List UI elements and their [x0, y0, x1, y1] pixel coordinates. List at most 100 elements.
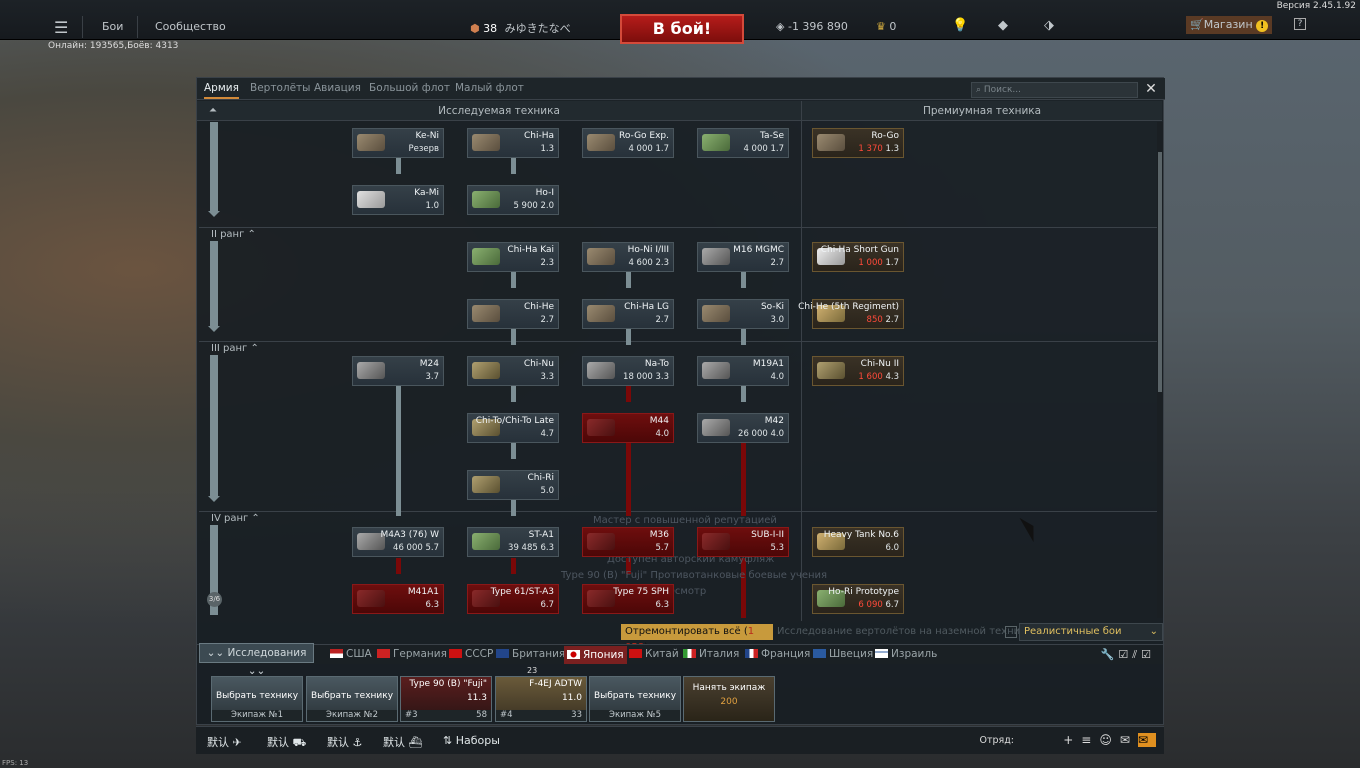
nation-usa[interactable]: США — [330, 648, 372, 660]
nation-sweden[interactable]: Швеция — [813, 648, 873, 660]
usa-flag-icon — [330, 649, 343, 658]
premium-vehicle-card[interactable]: Chi-Ha Short Gun 1 000 1.7 — [812, 242, 904, 272]
preset-tab[interactable]: 默认 ✈ — [207, 734, 242, 750]
france-flag-icon — [745, 649, 758, 658]
decals-icon[interactable]: ⬗ — [1044, 18, 1054, 33]
vehicle-card[interactable]: Ke-Ni Резерв — [352, 128, 444, 158]
nation-china[interactable]: Китай — [629, 648, 679, 660]
research-column-title: Исследуемая техника — [438, 105, 560, 117]
tank-icon — [587, 248, 615, 265]
locked-vehicle-card[interactable]: M41A1 6.3 — [352, 584, 444, 614]
chat-icon: ✉ — [1119, 733, 1138, 747]
rank-3-progress — [210, 355, 218, 497]
presets-button[interactable]: ⇅ Наборы — [443, 734, 500, 747]
vehicle-card[interactable]: M4A3 (76) W 46 000 5.7 — [352, 527, 444, 557]
social-icons[interactable]: +≡☺✉✉ — [1063, 733, 1156, 747]
overlay-text: Мастер с повышенной репутацией — [593, 515, 777, 526]
vehicle-card[interactable]: Chi-He 2.7 — [467, 299, 559, 329]
crew-slot[interactable]: Выбрать технику Экипаж №1 — [211, 676, 303, 722]
menu-icon[interactable]: ☰ — [54, 18, 68, 37]
preset-bar: 默认 ✈ 默认 ⛟ 默认 ⚓ 默认 ⛴ ⇅ Наборы Отряд: +≡☺✉… — [196, 726, 1164, 754]
hire-crew-slot[interactable]: Нанять экипаж 200 — [683, 676, 775, 722]
vehicle-card[interactable]: Chi-Ha LG 2.7 — [582, 299, 674, 329]
search-input[interactable]: ⌕ Поиск... — [971, 82, 1138, 98]
tree-scrollbar[interactable] — [1157, 122, 1163, 618]
preset-tab[interactable]: 默认 ⛟ — [267, 734, 306, 751]
vehicle-card[interactable]: Chi-Ha 1.3 — [467, 128, 559, 158]
silver-icon: ◈ — [776, 20, 785, 33]
tab-bluewater-fleet[interactable]: Большой флот — [369, 82, 450, 94]
locked-vehicle-card[interactable]: SUB-I-II 5.3 — [697, 527, 789, 557]
tank-icon — [702, 248, 730, 265]
vehicle-card[interactable]: M42 26 000 4.0 — [697, 413, 789, 443]
vehicle-card[interactable]: Ho-Ni I/III 4 600 2.3 — [582, 242, 674, 272]
rank-divider — [199, 511, 1157, 512]
nation-britain[interactable]: Британия — [496, 648, 565, 660]
nation-france[interactable]: Франция — [745, 648, 810, 660]
rank-4-label[interactable]: IV ранг ⌃ — [211, 513, 260, 524]
crew-slot-vehicle[interactable]: Type 90 (B) "Fuji" 11.3 #3 58 — [400, 676, 492, 722]
community-menu[interactable]: Сообщество — [155, 20, 226, 33]
vehicle-card[interactable]: Chi-To/Chi-To Late 4.7 — [467, 413, 559, 443]
nation-ussr[interactable]: СССР — [449, 648, 493, 660]
vehicle-card[interactable]: M24 3.7 — [352, 356, 444, 386]
premium-column-header: Премиумная техника — [802, 101, 1162, 121]
preset-tab[interactable]: 默认 ⚓ — [327, 734, 362, 750]
locked-vehicle-card[interactable]: Type 61/ST-A3 6.7 — [467, 584, 559, 614]
vehicle-card[interactable]: So-Ki 3.0 — [697, 299, 789, 329]
help-icon[interactable]: ? — [1294, 18, 1306, 30]
chevron-down-icon: ⌄ — [1149, 626, 1158, 637]
vehicle-card[interactable]: ST-A1 39 485 6.3 — [467, 527, 559, 557]
nation-japan[interactable]: Япония — [564, 646, 627, 664]
premium-vehicle-card[interactable]: Chi-Nu II 1 600 4.3 — [812, 356, 904, 386]
tank-icon — [587, 362, 615, 379]
battles-menu[interactable]: Бои — [102, 20, 123, 33]
premium-vehicle-card[interactable]: Ro-Go 1 370 1.3 — [812, 128, 904, 158]
lightbulb-icon[interactable]: 💡 — [952, 18, 968, 33]
locked-vehicle-card[interactable]: M44 4.0 — [582, 413, 674, 443]
premium-vehicle-card[interactable]: Heavy Tank No.6 6.0 — [812, 527, 904, 557]
vehicle-card[interactable]: Ta-Se 4 000 1.7 — [697, 128, 789, 158]
tab-army[interactable]: Армия — [204, 82, 239, 99]
locked-vehicle-card[interactable]: M36 5.7 — [582, 527, 674, 557]
vehicle-card[interactable]: Ka-Mi 1.0 — [352, 185, 444, 215]
scrollbar-thumb[interactable] — [1158, 152, 1162, 392]
locked-vehicle-card[interactable]: Type 75 SPH 6.3 — [582, 584, 674, 614]
vehicle-card[interactable]: Chi-Ri 5.0 — [467, 470, 559, 500]
collapse-up-icon[interactable]: ⏶ — [209, 101, 217, 121]
heli-research-checkbox[interactable] — [1005, 626, 1017, 638]
nation-israel[interactable]: Израиль — [875, 648, 937, 660]
tab-coastal-fleet[interactable]: Малый флот — [455, 82, 524, 94]
nation-italy[interactable]: Италия — [683, 648, 739, 660]
player-profile[interactable]: ⬢ 38 みゆきたなべ — [470, 20, 571, 36]
game-mode-select[interactable]: Реалистичные бои ⌄ — [1019, 623, 1163, 641]
to-battle-button[interactable]: В бой! — [620, 14, 744, 44]
tank-icon — [472, 191, 500, 208]
repair-all-button[interactable]: Отремонтировать всё (1 058) — [621, 624, 773, 653]
heli-research-label: Исследование вертолётов на наземной техн… — [777, 626, 1033, 637]
premium-vehicle-card[interactable]: Chi-He (5th Regiment) 850 2.7 — [798, 299, 904, 329]
rank-2-label[interactable]: II ранг ⌃ — [211, 229, 256, 240]
crew-slot[interactable]: Выбрать технику Экипаж №5 — [589, 676, 681, 722]
premium-vehicle-card[interactable]: Ho-Ri Prototype 6 090 6.7 — [812, 584, 904, 614]
rank-3-label[interactable]: III ранг ⌃ — [211, 343, 259, 354]
tab-aviation[interactable]: Авиация — [314, 82, 361, 94]
vehicle-card[interactable]: Chi-Ha Kai 2.3 — [467, 242, 559, 272]
vehicle-card[interactable]: Na-To 18 000 3.3 — [582, 356, 674, 386]
tab-helicopters[interactable]: Вертолёты — [250, 82, 310, 94]
preset-tab[interactable]: 默认 ⛴ — [383, 734, 422, 750]
warbonds-icon[interactable]: ◆ — [998, 18, 1008, 33]
nation-germany[interactable]: Германия — [377, 648, 447, 660]
vehicle-card[interactable]: Ho-I 5 900 2.0 — [467, 185, 559, 215]
rank-divider — [199, 341, 1157, 342]
vehicle-card[interactable]: Chi-Nu 3.3 — [467, 356, 559, 386]
vehicle-card[interactable]: M19A1 4.0 — [697, 356, 789, 386]
crew-slot[interactable]: Выбрать технику Экипаж №2 — [306, 676, 398, 722]
close-icon[interactable]: ✕ — [1143, 81, 1159, 97]
shop-button[interactable]: 🛒Магазин ! — [1186, 16, 1273, 34]
crew-slot-vehicle[interactable]: F-4EJ ADTW 11.0 #4 33 — [495, 676, 587, 722]
crew-tools[interactable]: 🔧☑⫽☑ — [1101, 648, 1155, 662]
vehicle-card[interactable]: M16 MGMC 2.7 — [697, 242, 789, 272]
research-button[interactable]: ⌄⌄ Исследования ⌄⌄ — [199, 643, 314, 677]
vehicle-card[interactable]: Ro-Go Exp. 4 000 1.7 — [582, 128, 674, 158]
